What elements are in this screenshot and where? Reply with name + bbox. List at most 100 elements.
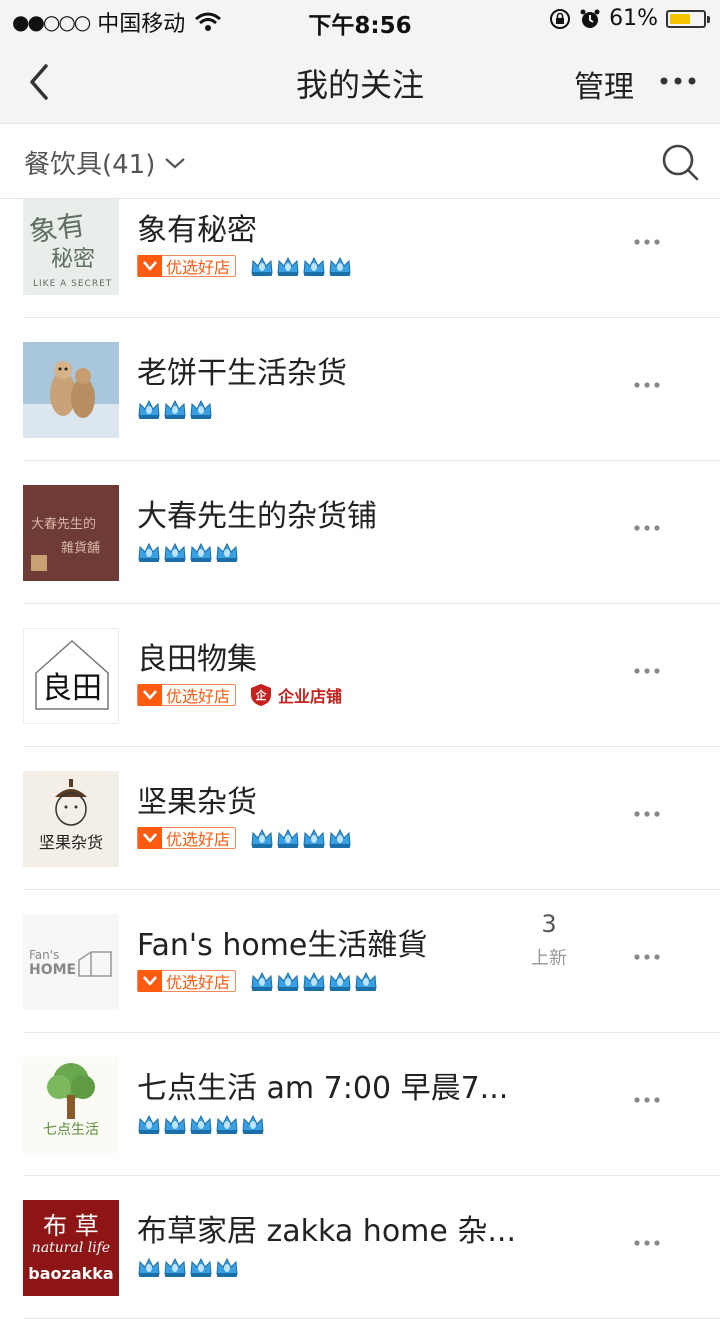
item-more-icon[interactable] (634, 523, 660, 533)
new-items-label: 上新 (531, 948, 567, 969)
shop-list-item[interactable]: 大春先生的 雜貨舖 大春先生的杂货铺 (0, 461, 720, 604)
nav-bar: 我的关注 管理 (0, 40, 720, 124)
shop-name: 大春先生的杂货铺 (137, 499, 377, 534)
new-items-count: 3 (541, 910, 557, 938)
item-more-icon[interactable] (634, 809, 660, 819)
shop-thumbnail[interactable]: 布 草 natural life baozakka (23, 1200, 119, 1296)
shop-logo: 大春先生的 雜貨舖 (23, 485, 119, 581)
shop-thumbnail[interactable]: 坚果杂货 (23, 771, 119, 867)
crown-icon (190, 542, 212, 562)
shop-list-item[interactable]: 布 草 natural life baozakka 布草家居 zakka home 杂… (0, 1176, 720, 1319)
shop-badges (137, 1112, 265, 1136)
logo-text: Fan's (29, 948, 60, 962)
shop-list-item[interactable]: 良田 良田物集 优选好店企企业店铺 (0, 604, 720, 747)
shop-thumbnail[interactable]: 良田 (23, 628, 119, 724)
enterprise-shop-badge: 企企业店铺 (250, 683, 342, 707)
preferred-shop-badge: 优选好店 (137, 255, 237, 277)
shop-thumbnail[interactable] (23, 342, 119, 438)
logo-text: 布 草 (43, 1212, 99, 1240)
crown-icon (164, 1114, 186, 1134)
item-more-icon[interactable] (634, 952, 660, 962)
shop-list-item[interactable]: 坚果杂货 坚果杂货 优选好店 (0, 747, 720, 890)
shop-logo: 良田 (23, 628, 119, 724)
shop-badges (137, 397, 213, 421)
shop-name: 老饼干生活杂货 (137, 356, 347, 391)
shield-icon-label: 企 (255, 688, 268, 702)
seller-rating-crowns (137, 1113, 265, 1135)
shop-list-item[interactable]: 象有 秘密 LIKE A SECRET 象有秘密 优选好店 (0, 175, 720, 318)
house-outline-icon (78, 951, 112, 977)
enterprise-shop-label: 企业店铺 (278, 687, 343, 706)
logo-caption: LIKE A SECRET (33, 279, 113, 289)
battery-icon (666, 9, 710, 28)
shop-logo (23, 342, 119, 438)
crown-icon (216, 1114, 238, 1134)
crown-icon (251, 256, 273, 276)
shop-list-item[interactable]: 老饼干生活杂货 (0, 318, 720, 461)
item-more-icon[interactable] (634, 1095, 660, 1105)
shop-list-item[interactable]: 七点生活 七点生活 am 7:00 早晨7... (0, 1033, 720, 1176)
shop-badges: 优选好店 (137, 254, 352, 278)
crown-icon (164, 1257, 186, 1277)
seller-rating-crowns (250, 970, 378, 992)
more-menu-icon[interactable] (658, 66, 698, 96)
seller-rating-crowns (250, 255, 352, 277)
shop-name: 七点生活 am 7:00 早晨7... (137, 1071, 509, 1106)
shop-name: 良田物集 (137, 642, 257, 677)
seller-rating-crowns (137, 541, 239, 563)
crown-icon (190, 399, 212, 419)
manage-button[interactable]: 管理 (574, 62, 634, 106)
shield-icon: 企 (251, 684, 272, 706)
preferred-shop-badge: 优选好店 (137, 970, 237, 992)
crown-icon (138, 399, 160, 419)
status-bar: ●●○○○ 中国移动 下午8:56 61% (0, 0, 720, 40)
crown-icon (251, 971, 273, 991)
crown-icon (329, 828, 351, 848)
shop-thumbnail[interactable]: 象有 秘密 LIKE A SECRET (23, 199, 119, 295)
logo-mark (31, 555, 47, 571)
crown-icon (138, 1114, 160, 1134)
crown-icon (303, 828, 325, 848)
crown-icon (251, 828, 273, 848)
crown-icon (303, 256, 325, 276)
shop-logo: 象有 秘密 LIKE A SECRET (23, 199, 119, 295)
crown-icon (164, 542, 186, 562)
crown-icon (329, 256, 351, 276)
item-more-icon[interactable] (634, 666, 660, 676)
shop-logo: Fan's HOME (23, 914, 119, 1010)
item-more-icon[interactable] (634, 237, 660, 247)
tree-icon (47, 1063, 95, 1119)
shop-badges: 优选好店 (137, 969, 378, 993)
logo-text: natural life (31, 1240, 111, 1256)
shop-thumbnail[interactable]: 大春先生的 雜貨舖 (23, 485, 119, 581)
crown-icon (329, 971, 351, 991)
shop-name: 坚果杂货 (137, 785, 257, 820)
preferred-shop-label: 优选好店 (166, 687, 231, 706)
crown-icon (216, 542, 238, 562)
seller-rating-crowns (137, 398, 213, 420)
crown-icon (355, 971, 377, 991)
seller-rating-crowns (250, 827, 352, 849)
checkmark-icon (138, 255, 162, 277)
preferred-shop-badge: 优选好店 (137, 827, 237, 849)
logo-text: 良田 (42, 671, 102, 706)
item-more-icon[interactable] (634, 380, 660, 390)
crown-icon (277, 256, 299, 276)
shop-list-item[interactable]: Fan's HOME Fan's home生活雜貨 优选好店 3 上新 (0, 890, 720, 1033)
preferred-shop-label: 优选好店 (166, 258, 231, 277)
shop-logo: 七点生活 (23, 1057, 119, 1153)
checkmark-icon (138, 827, 162, 849)
crown-icon (216, 1257, 238, 1277)
battery-tip (707, 15, 710, 23)
logo-text: 坚果杂货 (38, 833, 103, 852)
shop-badges (137, 540, 239, 564)
new-items-indicator[interactable]: 3 上新 (525, 910, 573, 970)
shop-thumbnail[interactable]: 七点生活 (23, 1057, 119, 1153)
checkmark-icon (138, 684, 162, 706)
preferred-shop-label: 优选好店 (166, 830, 231, 849)
item-more-icon[interactable] (634, 1238, 660, 1248)
crown-icon (190, 1114, 212, 1134)
battery-percent: 61% (609, 6, 658, 31)
logo-text: baozakka (28, 1264, 114, 1283)
shop-thumbnail[interactable]: Fan's HOME (23, 914, 119, 1010)
